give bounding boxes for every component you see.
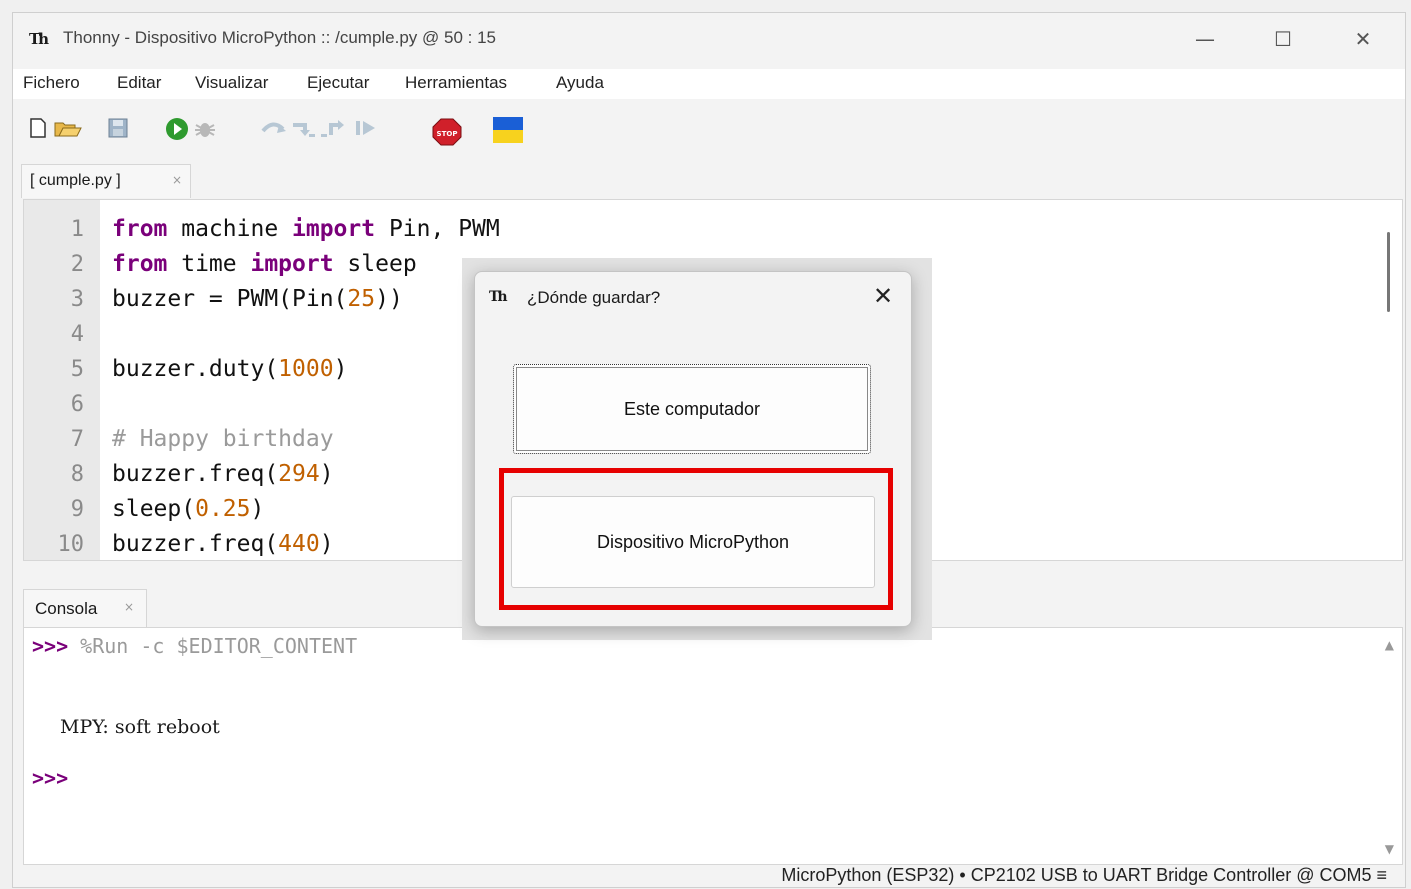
save-icon[interactable] [107,117,129,139]
menu-ejecutar[interactable]: Ejecutar [307,73,369,93]
menu-herramientas[interactable]: Herramientas [405,73,507,93]
code-line: sleep(0.25) [112,492,264,527]
line-number: 6 [70,392,84,417]
code-number: 294 [278,461,320,487]
code-token: sleep [333,251,417,277]
console-tab-close-icon[interactable]: × [124,600,134,614]
menu-fichero[interactable]: Fichero [23,73,80,93]
run-icon[interactable] [165,117,188,140]
code-token: ) [250,496,265,522]
code-line: buzzer = PWM(Pin(25)) [112,282,403,317]
resume-icon[interactable] [353,117,375,139]
console-command-line: >>> %Run -c $EDITOR_CONTENT [32,634,357,658]
line-number: 3 [70,287,84,312]
code-line: # Happy birthday [112,422,334,457]
debug-icon[interactable] [193,117,215,139]
code-token: buzzer = PWM(Pin( [112,286,348,312]
code-number: 1000 [278,356,334,382]
console-prompt: >>> [32,766,69,790]
line-number: 4 [70,322,84,347]
code-token: time [167,251,251,277]
open-file-icon[interactable] [53,117,83,139]
tab-cumple-py[interactable]: [ cumple.py ] × [21,164,191,198]
scroll-down-icon[interactable]: ▼ [1385,842,1394,856]
code-token: buzzer.freq( [112,461,279,487]
scroll-up-icon[interactable]: ▲ [1385,638,1394,652]
minimize-button[interactable]: — [1185,25,1225,53]
line-number: 2 [70,252,84,277]
line-number: 9 [70,497,84,522]
code-number: 440 [278,531,320,557]
code-comment: # Happy birthday [112,426,334,452]
code-number: 0.25 [195,496,251,522]
toolbar: STOP [13,109,1405,151]
line-number: 5 [70,357,84,382]
stop-icon[interactable]: STOP [431,117,463,146]
tab-consola[interactable]: Consola × [23,589,147,627]
code-keyword: from [112,251,168,277]
title-bar: Th Thonny - Dispositivo MicroPython :: /… [13,13,1405,67]
interpreter-status[interactable]: MicroPython (ESP32) • CP2102 USB to UART… [781,865,1387,886]
code-line: from machine import Pin, PWM [112,212,500,247]
console-tab-label: Consola [35,599,98,618]
step-out-icon[interactable] [319,117,349,139]
menu-editar[interactable]: Editar [117,73,161,93]
dialog-close-button[interactable]: ✕ [873,282,893,310]
code-token: buzzer.freq( [112,531,279,557]
stop-label: STOP [437,130,458,138]
code-token: Pin, PWM [375,216,500,242]
red-highlight-box [499,468,893,610]
code-keyword: import [292,216,376,242]
new-file-icon[interactable] [27,117,49,139]
window-title: Thonny - Dispositivo MicroPython :: /cum… [63,28,496,47]
code-line: from time import sleep [112,247,417,282]
code-token: machine [167,216,293,242]
thonny-logo-icon: Th [489,289,508,305]
code-line: buzzer.freq(294) [112,457,334,492]
menu-bar: Fichero Editar Visualizar Ejecutar Herra… [13,69,1405,99]
editor-scrollbar[interactable] [1387,232,1390,312]
code-token: ) [333,356,348,382]
tab-label: [ cumple.py ] [30,172,121,189]
code-token: sleep( [112,496,196,522]
step-into-icon[interactable] [289,117,319,139]
close-window-button[interactable]: ✕ [1343,25,1383,53]
console-command: %Run -c $EDITOR_CONTENT [68,634,358,658]
dialog-title: ¿Dónde guardar? [527,288,661,307]
code-line: buzzer.freq(440) [112,527,334,560]
thonny-logo-icon: Th [29,30,49,48]
shell-console[interactable]: >>> %Run -c $EDITOR_CONTENT MPY: soft re… [23,627,1403,865]
tab-close-icon[interactable]: × [172,173,182,187]
line-number: 7 [70,427,84,452]
code-token: )) [375,286,403,312]
menu-visualizar[interactable]: Visualizar [195,73,268,93]
code-keyword: from [112,216,168,242]
console-prompt: >>> [32,634,69,658]
maximize-button[interactable]: ☐ [1263,25,1303,53]
line-number: 8 [70,462,84,487]
menu-ayuda[interactable]: Ayuda [556,73,604,93]
this-computer-button[interactable]: Este computador [513,364,871,454]
code-number: 25 [347,286,376,312]
line-number: 10 [57,532,85,557]
code-token: buzzer.duty( [112,356,279,382]
code-keyword: import [250,251,334,277]
code-line: buzzer.duty(1000) [112,352,347,387]
step-over-icon[interactable] [259,117,289,139]
code-token: ) [319,531,334,557]
console-input-line[interactable]: >>> [32,766,68,790]
ukraine-flag-icon[interactable] [493,117,523,143]
console-output: MPY: soft reboot [60,716,220,738]
line-number: 1 [70,217,84,242]
status-bar: MicroPython (ESP32) • CP2102 USB to UART… [13,865,1405,889]
line-number-gutter: 1 2 3 4 5 6 7 8 9 10 [24,200,100,560]
code-token: ) [319,461,334,487]
